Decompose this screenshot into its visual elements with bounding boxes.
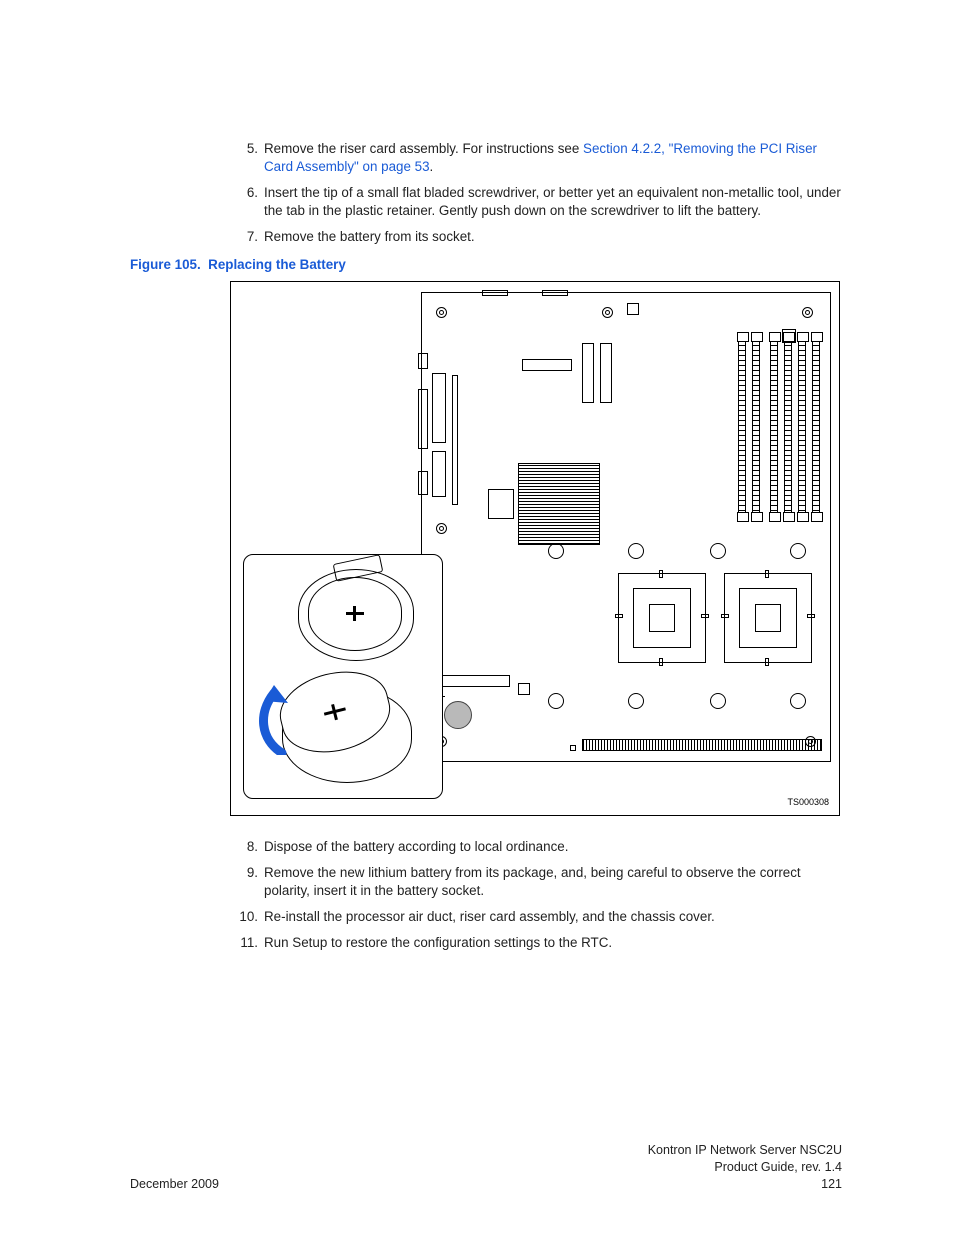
- step-body: Remove the new lithium battery from its …: [264, 864, 842, 900]
- footer-page-number: 121: [648, 1176, 842, 1193]
- figure-caption: Figure 105. Replacing the Battery: [130, 256, 842, 274]
- step-body: Remove the battery from its socket.: [264, 228, 842, 246]
- step-list-bottom: 8. Dispose of the battery according to l…: [130, 838, 842, 952]
- step-body: Re-install the processor air duct, riser…: [264, 908, 842, 926]
- step-5: 5. Remove the riser card assembly. For i…: [230, 140, 842, 176]
- step-5-text-before: Remove the riser card assembly. For inst…: [264, 141, 583, 156]
- document-page: 5. Remove the riser card assembly. For i…: [0, 0, 954, 1235]
- step-5-text-after: .: [430, 159, 434, 174]
- step-number: 9.: [230, 864, 264, 900]
- footer-date: December 2009: [130, 1176, 219, 1193]
- step-number: 8.: [230, 838, 264, 856]
- cpu-socket-icon: [724, 573, 812, 663]
- step-number: 6.: [230, 184, 264, 220]
- step-body: Run Setup to restore the configuration s…: [264, 934, 842, 952]
- step-body: Dispose of the battery according to loca…: [264, 838, 842, 856]
- step-number: 5.: [230, 140, 264, 176]
- figure-id: TS000308: [787, 796, 829, 808]
- step-list-top: 5. Remove the riser card assembly. For i…: [130, 140, 842, 246]
- step-11: 11. Run Setup to restore the configurati…: [230, 934, 842, 952]
- figure-replacing-battery: TS000308: [230, 281, 840, 816]
- step-6: 6. Insert the tip of a small flat bladed…: [230, 184, 842, 220]
- motherboard-diagram: [421, 292, 831, 762]
- step-8: 8. Dispose of the battery according to l…: [230, 838, 842, 856]
- cpu-socket-icon: [618, 573, 706, 663]
- step-7: 7. Remove the battery from its socket.: [230, 228, 842, 246]
- page-footer: December 2009 Kontron IP Network Server …: [130, 1142, 842, 1193]
- step-body: Insert the tip of a small flat bladed sc…: [264, 184, 842, 220]
- step-number: 11.: [230, 934, 264, 952]
- figure-label: Figure 105.: [130, 257, 201, 272]
- footer-revision: Product Guide, rev. 1.4: [648, 1159, 842, 1176]
- battery-inset: [243, 554, 443, 799]
- step-number: 10.: [230, 908, 264, 926]
- step-body: Remove the riser card assembly. For inst…: [264, 140, 842, 176]
- coin-battery-icon: [444, 701, 472, 729]
- step-10: 10. Re-install the processor air duct, r…: [230, 908, 842, 926]
- edge-connector-icon: [582, 739, 822, 751]
- footer-product: Kontron IP Network Server NSC2U: [648, 1142, 842, 1159]
- step-number: 7.: [230, 228, 264, 246]
- step-9: 9. Remove the new lithium battery from i…: [230, 864, 842, 900]
- figure-title: Replacing the Battery: [208, 257, 346, 272]
- arrow-up-icon: [252, 683, 298, 755]
